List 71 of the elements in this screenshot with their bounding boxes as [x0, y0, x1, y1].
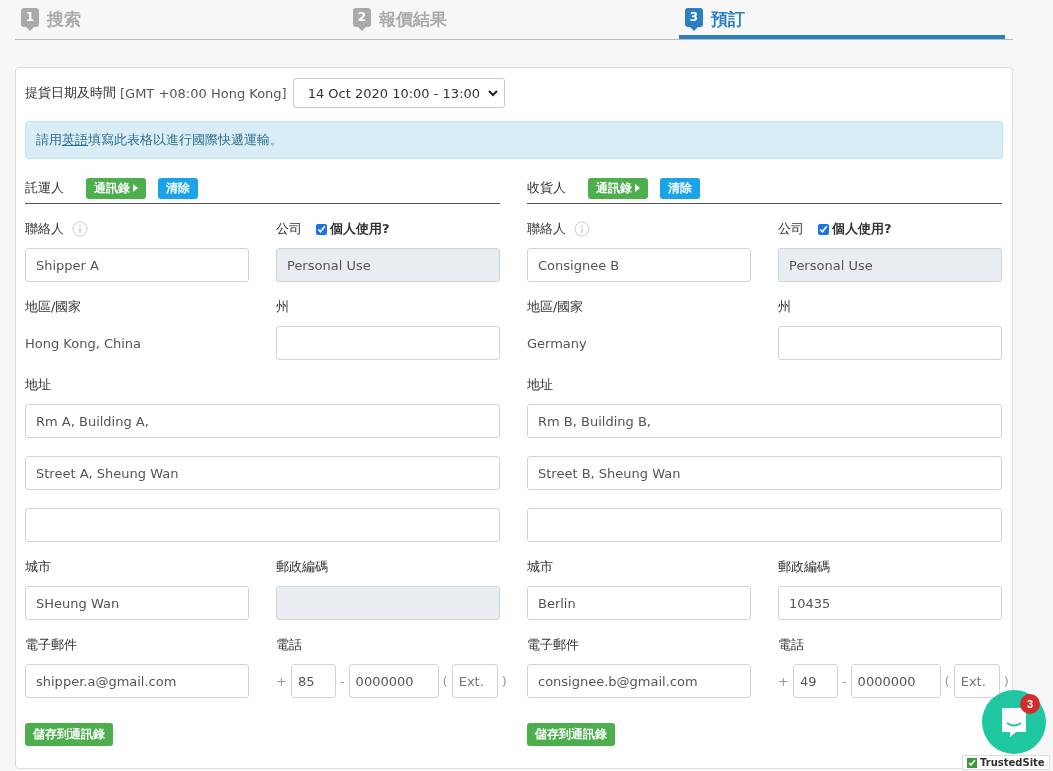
dash-sign: -: [841, 673, 847, 689]
field-label: 州: [276, 298, 289, 316]
parenthesis: ): [1003, 673, 1009, 689]
dash-sign: -: [339, 673, 345, 689]
field-label: 郵政編碼: [276, 558, 328, 576]
caret-icon: [487, 89, 498, 97]
country-value: Hong Kong, China: [25, 335, 142, 351]
plus-sign: +: [778, 673, 789, 689]
field-label: 電子郵件: [527, 636, 579, 654]
plus-sign: +: [276, 673, 287, 689]
info-icon[interactable]: [72, 221, 88, 237]
country-value: Germany: [527, 335, 587, 351]
parenthesis: (: [944, 673, 950, 689]
personal-use-checkbox[interactable]: [818, 223, 829, 235]
address-input[interactable]: Street A, Sheung Wan: [25, 456, 500, 490]
email-input[interactable]: consignee.b@gmail.com: [527, 664, 751, 698]
party-title: 託運人: [25, 179, 64, 197]
trust-badge[interactable]: TrustedSite: [962, 755, 1050, 770]
party-title: 收貨人: [527, 179, 566, 197]
notification-badge: 3: [1020, 694, 1040, 714]
field-label: 州: [778, 298, 791, 316]
country-code-input[interactable]: 85: [290, 664, 336, 698]
field-label: 電子郵件: [25, 636, 77, 654]
info-icon[interactable]: [574, 221, 590, 237]
field-label: 電話: [778, 636, 804, 654]
step-tab[interactable]: 3 預訂: [679, 0, 1005, 39]
phone-number-input[interactable]: 0000000: [348, 664, 439, 698]
field-label: 公司: [778, 220, 804, 238]
field-label: 城市: [25, 558, 51, 576]
notice-link[interactable]: 英語: [62, 132, 88, 147]
email-input[interactable]: shipper.a@gmail.com: [25, 664, 249, 698]
field-label: 地址: [25, 376, 51, 394]
pickup-time-select[interactable]: 14 Oct 2020 10:00 - 13:00: [292, 78, 505, 108]
city-input[interactable]: SHeung Wan: [25, 586, 249, 620]
field-label: 聯絡人: [25, 220, 64, 238]
contact-input[interactable]: Consignee B: [527, 248, 751, 282]
extension-input[interactable]: Ext.: [451, 664, 498, 698]
field-label: 郵政編碼: [778, 558, 830, 576]
timezone-label: [GMT +08:00 Hong Kong]: [120, 85, 287, 101]
address-input[interactable]: [25, 508, 500, 542]
field-label: 公司: [276, 220, 302, 238]
extension-input[interactable]: Ext.: [953, 664, 1000, 698]
city-input[interactable]: Berlin: [527, 586, 751, 620]
play-triangle-icon: [635, 184, 640, 192]
field-label: 地址: [527, 376, 553, 394]
field-label: 地區/國家: [25, 298, 82, 316]
field-label: 城市: [527, 558, 553, 576]
pickup-label: 提貨日期及時間: [25, 84, 116, 102]
checkbox-label: 個人使用?: [330, 220, 390, 238]
postcode-input[interactable]: 10435: [778, 586, 1002, 620]
personal-use-checkbox[interactable]: [316, 223, 327, 235]
parenthesis: ): [501, 673, 507, 689]
checkbox-label: 個人使用?: [832, 220, 892, 238]
address-input[interactable]: [527, 508, 1002, 542]
play-triangle-icon: [133, 184, 138, 192]
state-input[interactable]: [778, 326, 1002, 360]
field-label: 聯絡人: [527, 220, 566, 238]
chat-button[interactable]: 3: [982, 690, 1046, 754]
state-input[interactable]: [276, 326, 500, 360]
field-label: 電話: [276, 636, 302, 654]
chat-bubble-icon: [1000, 706, 1028, 738]
notice-text: 請用英語填寫此表格以進行國際快遞運輸。: [25, 121, 1003, 159]
check-icon: [967, 757, 977, 768]
phone-number-input[interactable]: 0000000: [850, 664, 941, 698]
address-input[interactable]: Street B, Sheung Wan: [527, 456, 1002, 490]
address-input[interactable]: Rm B, Building B,: [527, 404, 1002, 438]
field-label: 地區/國家: [527, 298, 584, 316]
parenthesis: (: [442, 673, 448, 689]
country-code-input[interactable]: 49: [792, 664, 838, 698]
address-input[interactable]: Rm A, Building A,: [25, 404, 500, 438]
contact-input[interactable]: Shipper A: [25, 248, 249, 282]
